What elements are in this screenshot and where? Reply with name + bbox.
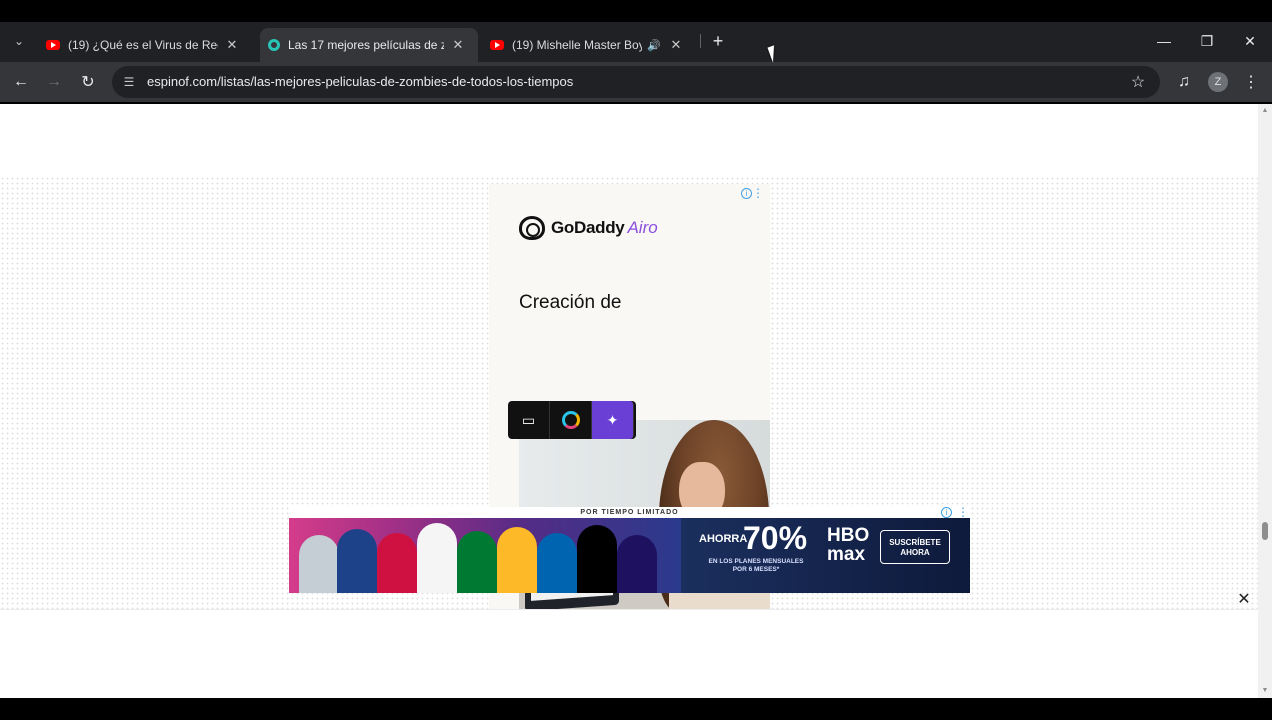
new-tab-plus-icon[interactable]: +: [709, 32, 727, 50]
bottom-ad-bar: [0, 609, 1258, 698]
hbo-offer: AHORRA 70% EN LOS PLANES MENSUALES POR 6…: [681, 518, 970, 593]
tab-espinof[interactable]: Las 17 mejores películas de zon ✕: [260, 28, 478, 62]
close-ad-icon[interactable]: ✕: [1236, 592, 1252, 608]
offer-ahorra: AHORRA: [699, 533, 748, 545]
basketball-players-photo: [289, 518, 681, 593]
menu-kebab-icon[interactable]: ⋮: [1240, 71, 1262, 93]
address-bar[interactable]: ☰ espinof.com/listas/las-mejores-pelicul…: [112, 66, 1160, 98]
player: [537, 533, 577, 593]
player: [497, 527, 537, 593]
reload-icon[interactable]: ↻: [77, 71, 99, 93]
page-content: i ⋮ GoDaddy Airo Creación de ▭ ✦ ✕: [0, 104, 1258, 698]
player: [299, 535, 339, 593]
hbo-max-banner[interactable]: POR TIEMPO LIMITADO AHORRA 70% EN LOS PL…: [289, 506, 970, 593]
player: [457, 531, 497, 593]
subscribe-button[interactable]: SUSCRÍBETE AHORA: [880, 530, 950, 564]
color-ring-icon: [550, 401, 592, 439]
site-settings-icon[interactable]: ☰: [120, 73, 138, 91]
player: [577, 525, 617, 593]
browser-window-icon: ▭: [508, 401, 550, 439]
player: [337, 529, 377, 593]
tab-youtube-mishelle[interactable]: (19) Mishelle Master Boys - 🔊 ✕: [482, 28, 700, 62]
hbo-max-logo: HBO max: [827, 526, 869, 564]
tab-strip: ⌄ (19) ¿Qué es el Virus de Rec? | E ✕ La…: [0, 22, 1272, 62]
back-arrow-icon[interactable]: ←: [10, 71, 32, 93]
godaddy-brand: GoDaddy: [551, 218, 625, 237]
page-scrollbar[interactable]: ▲ ▼: [1258, 104, 1272, 698]
tab-title: Las 17 mejores películas de zon: [288, 38, 444, 52]
godaddy-mark-icon: [519, 216, 545, 240]
bookmark-star-icon[interactable]: ☆: [1128, 72, 1148, 92]
subscribe-line2: AHORA: [900, 548, 930, 557]
hbo-logo-line1: HBO: [827, 525, 870, 546]
player: [417, 523, 457, 593]
tab-divider: [700, 34, 701, 48]
restore-icon[interactable]: ❐: [1195, 30, 1219, 52]
close-icon[interactable]: ✕: [450, 37, 466, 53]
ad-info-icon[interactable]: i: [741, 188, 752, 199]
ad-options-icon[interactable]: ⋮: [957, 506, 969, 518]
close-icon[interactable]: ✕: [668, 37, 684, 53]
tab-title: (19) Mishelle Master Boys -: [512, 38, 642, 52]
godaddy-logo: GoDaddy Airo: [519, 216, 658, 240]
forward-arrow-icon[interactable]: →: [43, 71, 65, 93]
ad-tool-strip: ▭ ✦: [508, 401, 636, 439]
fine-print: [697, 578, 957, 590]
espinof-icon: [268, 39, 280, 51]
browser-window: ⌄ (19) ¿Qué es el Virus de Rec? | E ✕ La…: [0, 0, 1272, 720]
minimize-icon[interactable]: —: [1152, 30, 1176, 52]
ad-headline: Creación de: [519, 292, 622, 313]
godaddy-airo: Airo: [627, 218, 658, 237]
speaker-icon[interactable]: 🔊: [646, 37, 662, 53]
scroll-up-icon[interactable]: ▲: [1261, 107, 1269, 115]
window-close-icon[interactable]: ✕: [1238, 30, 1262, 52]
tab-youtube-rec[interactable]: (19) ¿Qué es el Virus de Rec? | E ✕: [38, 28, 260, 62]
tab-title: (19) ¿Qué es el Virus de Rec? | E: [68, 38, 218, 52]
youtube-icon: [490, 40, 504, 50]
offer-planes: EN LOS PLANES MENSUALES POR 6 MESES*: [708, 558, 804, 573]
profile-avatar[interactable]: Z: [1208, 72, 1228, 92]
offer-percent: 70%: [743, 520, 808, 556]
magic-wand-icon: ✦: [592, 401, 634, 439]
toolbar: ← → ↻ ☰ espinof.com/listas/las-mejores-p…: [0, 62, 1272, 102]
media-controls-icon[interactable]: ♫: [1173, 71, 1195, 93]
tab-search-chevron-icon[interactable]: ⌄: [8, 30, 30, 52]
hbo-logo-line2: max: [827, 544, 866, 565]
player: [377, 533, 417, 593]
player: [617, 535, 657, 593]
url-text[interactable]: espinof.com/listas/las-mejores-peliculas…: [147, 74, 573, 89]
ad-options-icon[interactable]: ⋮: [752, 187, 764, 199]
subscribe-line1: SUSCRÍBETE: [889, 538, 941, 547]
scroll-down-icon[interactable]: ▼: [1261, 687, 1269, 695]
ad-info-icon[interactable]: i: [941, 507, 952, 518]
scroll-thumb[interactable]: [1262, 522, 1268, 540]
youtube-icon: [46, 40, 60, 50]
banner-top-text: POR TIEMPO LIMITADO: [289, 507, 970, 518]
close-icon[interactable]: ✕: [224, 37, 240, 53]
